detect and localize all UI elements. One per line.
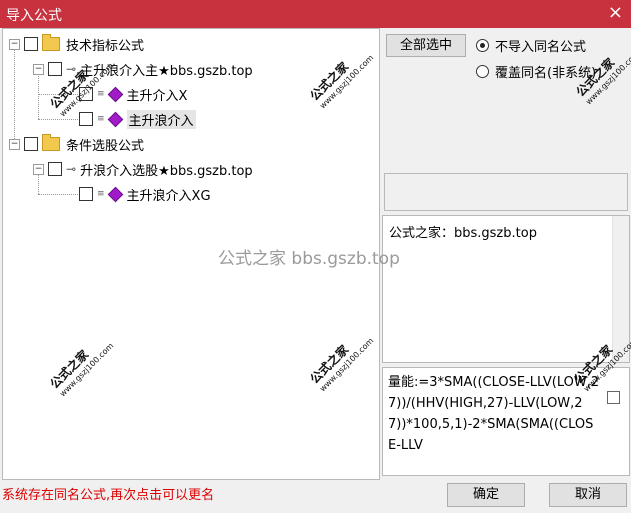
checkbox[interactable]	[79, 87, 93, 101]
formula-type-icon: ≡	[97, 189, 105, 199]
radio-skip-duplicates[interactable]: 不导入同名公式	[476, 36, 586, 55]
tree-node-label: 技术指标公式	[66, 38, 145, 54]
diamond-icon	[107, 111, 123, 127]
key-icon: ⊸	[66, 62, 77, 76]
info-panel: 公式之家：bbs.gszb.top	[382, 215, 630, 363]
checkbox[interactable]	[24, 37, 38, 51]
tree-node-label: 条件选股公式	[66, 138, 145, 154]
key-icon: ⊸	[66, 162, 77, 176]
window-title: 导入公式	[6, 8, 62, 24]
close-icon[interactable]: ×	[608, 2, 623, 23]
formula-type-icon: ≡	[97, 114, 105, 124]
cancel-button[interactable]: 取消	[549, 483, 627, 507]
radio-selected-icon[interactable]	[476, 39, 489, 52]
checkbox[interactable]	[48, 62, 62, 76]
tree-node-screener-group[interactable]: − 条件选股公式	[9, 134, 144, 154]
tree-connector	[38, 73, 39, 119]
title-bar: 导入公式 ×	[0, 0, 631, 28]
panel-checkbox[interactable]	[607, 391, 620, 404]
radio-label: 覆盖同名(非系统)	[495, 66, 597, 81]
collapse-icon[interactable]: −	[33, 63, 44, 75]
tree-node-formula[interactable]: − ⊸ 升浪介入选股★bbs.gszb.top	[33, 159, 253, 179]
tree-node-label: 升浪介入选股★bbs.gszb.top	[80, 163, 253, 179]
tree-node-label: 主升介入X	[126, 88, 188, 104]
ok-button[interactable]: 确定	[447, 483, 525, 507]
checkbox[interactable]	[48, 162, 62, 176]
radio-overwrite-duplicates[interactable]: 覆盖同名(非系统)	[476, 62, 596, 81]
tree-node-leaf[interactable]: ≡ 主升介入X	[79, 84, 187, 104]
radio-unselected-icon[interactable]	[476, 65, 489, 78]
tree-node-leaf[interactable]: ≡ 主升浪介入	[79, 109, 196, 129]
tree-connector	[14, 48, 15, 143]
collapse-icon[interactable]: −	[9, 138, 20, 150]
formula-source-panel: 量能:=3*SMA((CLOSE-LLV(LOW,27))/(HHV(HIGH,…	[382, 367, 630, 476]
description-box	[384, 173, 628, 211]
status-message: 系统存在同名公式,再次点击可以更名	[2, 488, 215, 503]
tree-node-leaf[interactable]: ≡ 主升浪介入XG	[79, 184, 211, 204]
formula-text: 量能:=3*SMA((CLOSE-LLV(LOW,27))/(HHV(HIGH,…	[388, 375, 600, 453]
tree-node-indicator-group[interactable]: − 技术指标公式	[9, 34, 144, 54]
select-all-button[interactable]: 全部选中	[386, 34, 466, 57]
radio-label: 不导入同名公式	[495, 40, 587, 55]
diamond-icon	[107, 86, 123, 102]
tree-node-formula[interactable]: − ⊸ 主升浪介入主★bbs.gszb.top	[33, 59, 253, 79]
collapse-icon[interactable]: −	[9, 38, 20, 50]
collapse-icon[interactable]: −	[33, 163, 44, 175]
scrollbar[interactable]	[612, 216, 629, 362]
folder-icon	[42, 134, 60, 151]
tree-node-label: 主升浪介入XG	[126, 188, 211, 204]
tree-node-label: 主升浪介入主★bbs.gszb.top	[80, 63, 253, 79]
checkbox[interactable]	[79, 112, 93, 126]
diamond-icon	[107, 186, 123, 202]
formula-type-icon: ≡	[97, 89, 105, 99]
folder-icon	[42, 34, 60, 51]
checkbox[interactable]	[79, 187, 93, 201]
formula-tree: − 技术指标公式 − ⊸ 主升浪介入主★bbs.gszb.top ≡ 主升介入X…	[2, 28, 380, 480]
checkbox[interactable]	[24, 137, 38, 151]
tree-node-label: 主升浪介入	[126, 109, 196, 129]
info-text: 公式之家：bbs.gszb.top	[389, 226, 537, 241]
